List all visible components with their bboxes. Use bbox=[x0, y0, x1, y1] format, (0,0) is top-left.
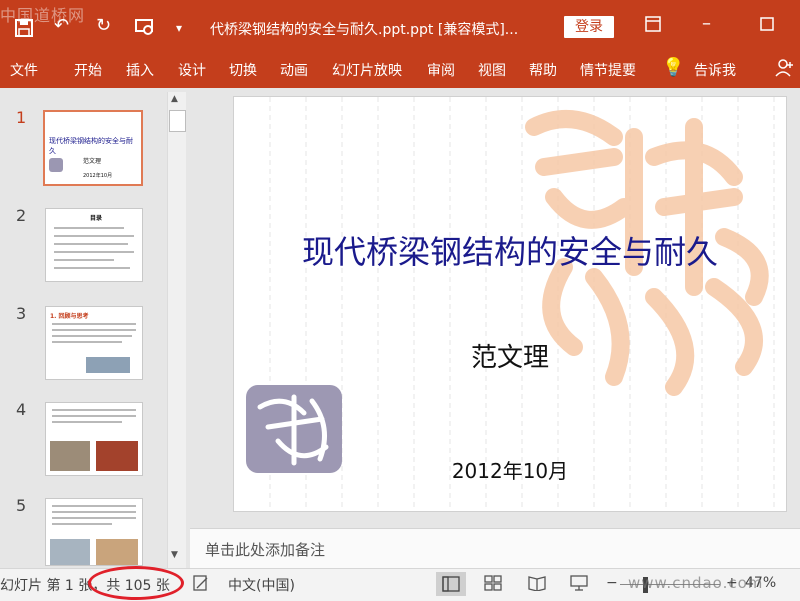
scroll-down-icon[interactable]: ▼ bbox=[171, 550, 178, 560]
undo-icon[interactable]: ↶ bbox=[54, 16, 69, 36]
thumbnail-pane: 1 现代桥梁钢结构的安全与耐久 范文理 2012年10月 2 目录 3 1. 回… bbox=[0, 88, 190, 568]
zoom-out-icon[interactable]: − bbox=[606, 575, 618, 591]
slide-number: 2 bbox=[16, 206, 27, 225]
slide-sorter-icon[interactable] bbox=[484, 575, 502, 595]
file-title: 代桥梁钢结构的安全与耐久.ppt.ppt [兼容模式]... bbox=[210, 22, 519, 38]
tab-transitions[interactable]: 切换 bbox=[229, 62, 257, 80]
tab-file[interactable]: 文件 bbox=[10, 62, 38, 80]
slide-number: 5 bbox=[16, 496, 27, 515]
slide-thumbnail-3[interactable]: 1. 回顾与思考 bbox=[45, 306, 143, 380]
slide-number: 3 bbox=[16, 304, 27, 323]
thumb-photo bbox=[96, 441, 138, 471]
login-button[interactable]: 登录 bbox=[564, 16, 614, 38]
highlight-ellipse bbox=[88, 566, 184, 600]
tab-design[interactable]: 设计 bbox=[178, 62, 206, 80]
lightbulb-icon: 💡 bbox=[662, 57, 685, 78]
title-bar: 中国道桥网 ↶ ↻ ▾ 代桥梁钢结构的安全与耐久.ppt.ppt [兼容模式].… bbox=[0, 0, 800, 54]
thumb-bridge-image bbox=[86, 357, 130, 373]
slide-canvas: 现代桥梁钢结构的安全与耐久 范文理 2012年10月 bbox=[190, 88, 800, 528]
thumb-date: 2012年10月 bbox=[83, 173, 113, 179]
tell-me-search[interactable]: 告诉我 bbox=[694, 62, 736, 80]
tab-help[interactable]: 帮助 bbox=[529, 62, 557, 80]
tab-storyboard[interactable]: 情节提要 bbox=[580, 62, 636, 80]
customize-qat-icon[interactable]: ▾ bbox=[176, 18, 182, 38]
thumb-logo bbox=[49, 158, 63, 172]
tab-view[interactable]: 视图 bbox=[478, 62, 506, 80]
reading-view-icon[interactable] bbox=[528, 575, 546, 595]
notes-placeholder[interactable]: 单击此处添加备注 bbox=[205, 539, 325, 560]
accessibility-icon[interactable] bbox=[192, 574, 210, 596]
scrollbar-thumb[interactable] bbox=[169, 110, 186, 132]
slide-author[interactable]: 范文理 bbox=[234, 337, 786, 374]
maximize-icon[interactable] bbox=[760, 16, 774, 36]
thumb-title: 目录 bbox=[90, 215, 103, 222]
ribbon-display-icon[interactable] bbox=[645, 16, 661, 37]
tab-animations[interactable]: 动画 bbox=[280, 62, 308, 80]
slideshow-view-icon[interactable] bbox=[570, 575, 588, 595]
thumbnail-scrollbar[interactable]: ▲ ▼ bbox=[167, 92, 186, 568]
notes-pane[interactable]: 单击此处添加备注 bbox=[190, 528, 800, 569]
tab-slideshow[interactable]: 幻灯片放映 bbox=[332, 62, 402, 80]
slide-date[interactable]: 2012年10月 bbox=[234, 455, 786, 484]
slide-thumbnail-4[interactable] bbox=[45, 402, 143, 476]
thumb-title: 1. 回顾与思考 bbox=[50, 313, 89, 320]
tab-insert[interactable]: 插入 bbox=[126, 62, 154, 80]
ribbon-tabs: 文件 开始 插入 设计 切换 动画 幻灯片放映 审阅 视图 帮助 情节提要 💡 … bbox=[0, 54, 800, 88]
thumb-photo bbox=[96, 539, 138, 565]
thumb-author: 范文理 bbox=[83, 158, 102, 165]
language-status[interactable]: 中文(中国) bbox=[228, 575, 295, 595]
site-watermark-bottom: www.cndao.com bbox=[628, 574, 764, 592]
tab-home[interactable]: 开始 bbox=[74, 62, 102, 80]
thumb-title: 现代桥梁钢结构的安全与耐久 bbox=[49, 137, 133, 155]
slide-thumbnail-5[interactable] bbox=[45, 498, 143, 566]
present-icon[interactable] bbox=[134, 17, 156, 42]
site-watermark: 中国道桥网 bbox=[0, 6, 86, 25]
slide-background bbox=[246, 97, 775, 511]
slide-number: 4 bbox=[16, 400, 27, 419]
save-icon[interactable] bbox=[14, 18, 34, 43]
slide-title[interactable]: 现代桥梁钢结构的安全与耐久 bbox=[234, 227, 786, 273]
minimize-icon[interactable]: – bbox=[702, 14, 711, 34]
normal-view-icon[interactable] bbox=[436, 572, 466, 596]
slide-thumbnail-1[interactable]: 现代桥梁钢结构的安全与耐久 范文理 2012年10月 bbox=[43, 110, 143, 186]
slide-thumbnail-2[interactable]: 目录 bbox=[45, 208, 143, 282]
share-icon[interactable] bbox=[774, 58, 794, 83]
thumb-photo bbox=[50, 441, 90, 471]
tab-review[interactable]: 审阅 bbox=[427, 62, 455, 80]
redo-icon[interactable]: ↻ bbox=[96, 16, 111, 36]
thumb-photo bbox=[50, 539, 90, 565]
scroll-up-icon[interactable]: ▲ bbox=[171, 94, 178, 104]
slide-number: 1 bbox=[16, 108, 27, 127]
current-slide[interactable]: 现代桥梁钢结构的安全与耐久 范文理 2012年10月 bbox=[233, 96, 787, 512]
